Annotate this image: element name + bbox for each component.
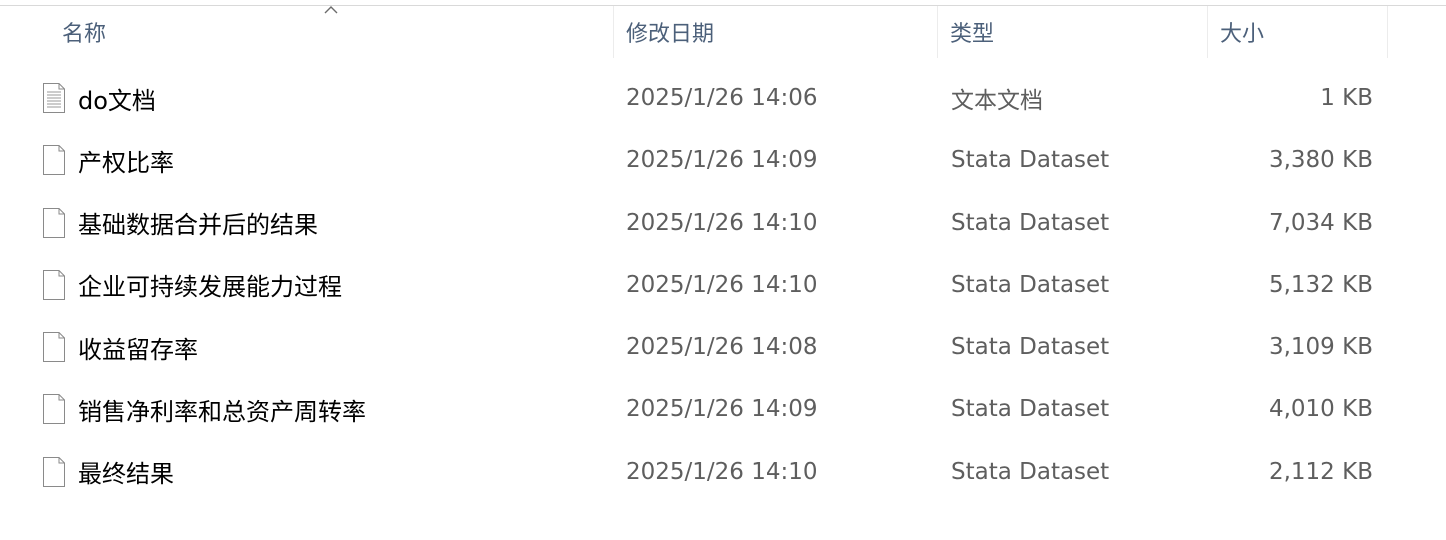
column-header-type[interactable]: 类型 — [938, 6, 1208, 58]
blank-file-icon — [43, 332, 65, 363]
file-type: Stata Dataset — [951, 271, 1110, 298]
file-row[interactable]: 最终结果 2025/1/26 14:10 Stata Dataset 2,112… — [0, 441, 1446, 503]
column-header-date-label: 修改日期 — [626, 22, 715, 47]
column-header-size-label: 大小 — [1220, 22, 1265, 47]
file-type: Stata Dataset — [951, 458, 1110, 485]
file-name: 基础数据合并后的结果 — [78, 211, 318, 240]
file-type: Stata Dataset — [951, 147, 1110, 174]
file-size: 5,132 KB — [1268, 271, 1373, 298]
file-row[interactable]: 基础数据合并后的结果 2025/1/26 14:10 Stata Dataset… — [0, 192, 1446, 254]
file-size: 7,034 KB — [1268, 209, 1373, 236]
file-type: 文本文档 — [951, 88, 1043, 114]
blank-file-icon — [43, 456, 65, 487]
file-size: 3,380 KB — [1268, 147, 1373, 174]
column-divider[interactable] — [1387, 6, 1388, 58]
file-row[interactable]: 企业可持续发展能力过程 2025/1/26 14:10 Stata Datase… — [0, 254, 1446, 316]
file-name: 企业可持续发展能力过程 — [78, 273, 342, 302]
file-type: Stata Dataset — [951, 334, 1110, 361]
blank-file-icon — [43, 269, 65, 300]
file-list: do文档 2025/1/26 14:06 文本文档 1 KB 产权比率 2025… — [0, 67, 1446, 503]
file-modified-date: 2025/1/26 14:10 — [626, 209, 818, 236]
file-name: do文档 — [78, 86, 156, 115]
file-type: Stata Dataset — [951, 396, 1110, 423]
file-size: 3,109 KB — [1268, 334, 1373, 361]
blank-file-icon — [43, 207, 65, 238]
file-name: 销售净利率和总资产周转率 — [78, 397, 366, 426]
file-modified-date: 2025/1/26 14:10 — [626, 271, 818, 298]
file-type: Stata Dataset — [951, 209, 1110, 236]
blank-file-icon — [43, 394, 65, 425]
file-name: 产权比率 — [78, 148, 174, 177]
file-modified-date: 2025/1/26 14:06 — [626, 85, 818, 111]
column-header-type-label: 类型 — [950, 22, 995, 47]
file-size: 4,010 KB — [1268, 396, 1373, 423]
text-file-icon — [43, 83, 65, 113]
file-size: 1 KB — [1320, 85, 1373, 111]
file-size: 2,112 KB — [1268, 458, 1373, 485]
column-header-bar: 名称 修改日期 类型 大小 — [0, 6, 1446, 58]
blank-file-icon — [43, 145, 65, 176]
file-row[interactable]: 销售净利率和总资产周转率 2025/1/26 14:09 Stata Datas… — [0, 378, 1446, 440]
file-name: 收益留存率 — [78, 335, 198, 364]
file-modified-date: 2025/1/26 14:10 — [626, 458, 818, 485]
file-row[interactable]: 收益留存率 2025/1/26 14:08 Stata Dataset 3,10… — [0, 316, 1446, 378]
column-header-date[interactable]: 修改日期 — [614, 6, 938, 58]
file-modified-date: 2025/1/26 14:09 — [626, 147, 818, 174]
file-modified-date: 2025/1/26 14:08 — [626, 334, 818, 361]
column-header-name-label: 名称 — [62, 22, 107, 47]
file-name: 最终结果 — [78, 460, 174, 489]
file-modified-date: 2025/1/26 14:09 — [626, 396, 818, 423]
column-header-size[interactable]: 大小 — [1208, 6, 1388, 58]
file-row[interactable]: 产权比率 2025/1/26 14:09 Stata Dataset 3,380… — [0, 129, 1446, 191]
column-header-name[interactable]: 名称 — [0, 6, 614, 58]
file-row[interactable]: do文档 2025/1/26 14:06 文本文档 1 KB — [0, 67, 1446, 129]
